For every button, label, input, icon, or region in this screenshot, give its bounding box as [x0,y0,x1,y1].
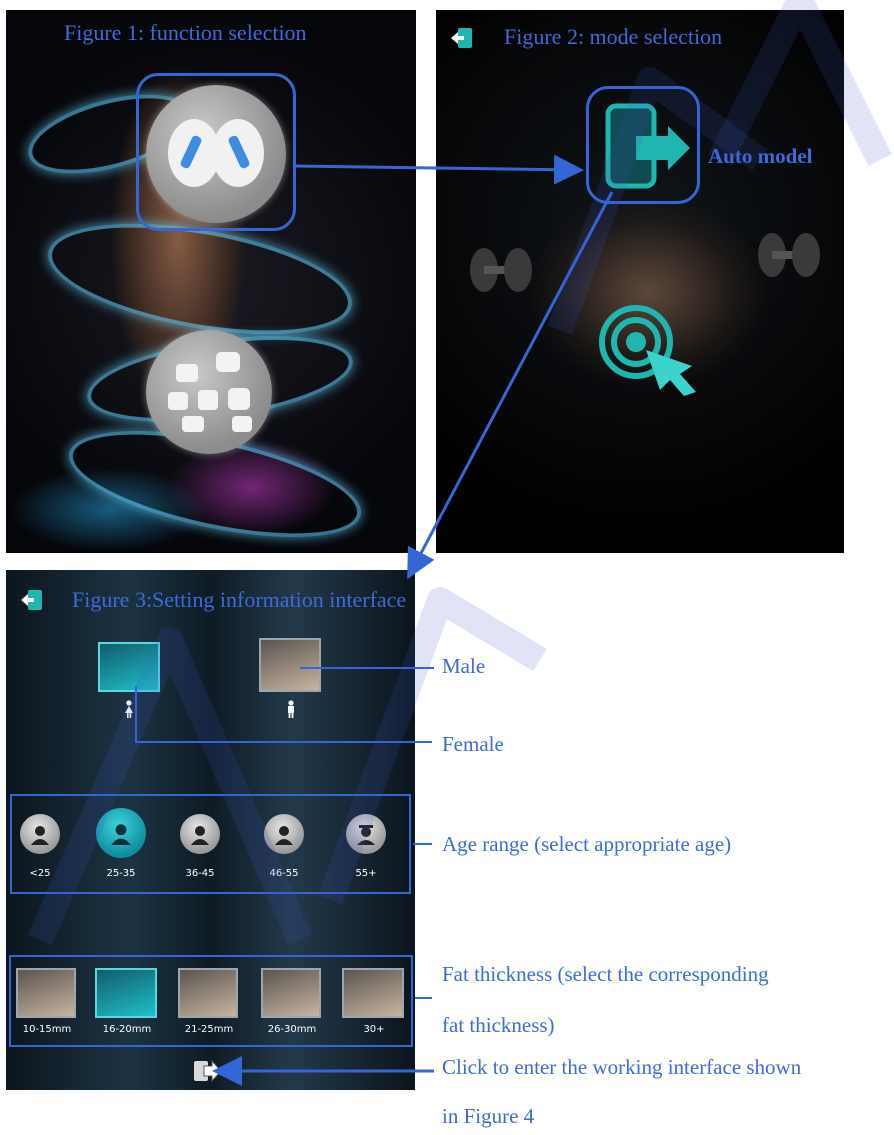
male-icon [288,700,294,718]
dumbbell-icon [758,233,820,277]
fat-label: 21-25mm [184,1024,234,1035]
fat-button-30-plus[interactable] [342,968,404,1018]
fat-button-16-20mm[interactable] [95,968,157,1018]
fat-label: 10-15mm [22,1024,72,1035]
auto-mode-button[interactable] [596,96,696,196]
age-button-25-35[interactable] [96,808,146,858]
fat-label: 16-20mm [102,1024,152,1035]
figure-3-title: Figure 3:Setting information interface [72,587,407,612]
fat-button-21-25mm[interactable] [178,968,238,1018]
person-with-hat-icon [357,825,375,845]
handpiece-icon [168,119,264,187]
age-label: 55+ [355,868,377,879]
male-button[interactable] [259,638,321,692]
person-icon [191,826,209,845]
dumbbell-icon [470,248,532,292]
manual-mode-touch-button[interactable] [596,300,706,400]
figure-1-function-selection-screen: Figure 1: function selection [6,10,416,553]
annotation-click-line2: in Figure 4 [442,1104,535,1128]
person-icon [275,826,293,845]
fat-button-26-30mm[interactable] [261,968,321,1018]
age-label: 36-45 [185,868,215,879]
figure-1-title: Figure 1: function selection [64,20,307,45]
vacuum-cups-icon [168,352,252,432]
person-icon [111,824,131,845]
age-button-46-55[interactable] [264,814,304,854]
female-button[interactable] [98,642,160,692]
female-icon [125,700,133,718]
figure-2-title: Figure 2: mode selection [504,24,723,49]
annotation-fat-thickness-line1: Fat thickness (select the corresponding [442,962,769,986]
enter-working-interface-button[interactable] [192,1058,222,1084]
age-label: 25-35 [106,868,136,879]
person-icon [31,826,49,845]
figure-3-setting-information-screen: Figure 3:Setting information interface <… [6,570,415,1090]
handpiece-function-button[interactable] [146,85,286,223]
age-button-under-25[interactable] [20,814,60,854]
annotation-male: Male [442,654,486,678]
age-label: <25 [29,868,51,879]
figure-2-mode-selection-screen: Figure 2: mode selection Auto model [436,10,844,553]
fat-label: 30+ [363,1024,385,1035]
exit-icon[interactable] [450,27,474,49]
annotation-fat-thickness-line2: fat thickness) [442,1013,555,1037]
annotation-age-range: Age range (select appropriate age) [442,832,732,856]
annotation-female: Female [442,732,504,756]
fat-label: 26-30mm [267,1024,317,1035]
cups-function-button[interactable] [146,330,272,454]
fat-button-10-15mm[interactable] [16,968,76,1018]
exit-icon[interactable] [20,589,44,611]
age-button-36-45[interactable] [180,814,220,854]
auto-model-label: Auto model [708,144,813,168]
annotation-click-line1: Click to enter the working interface sho… [442,1055,802,1079]
age-button-55-plus[interactable] [346,814,386,854]
age-label: 46-55 [269,868,299,879]
